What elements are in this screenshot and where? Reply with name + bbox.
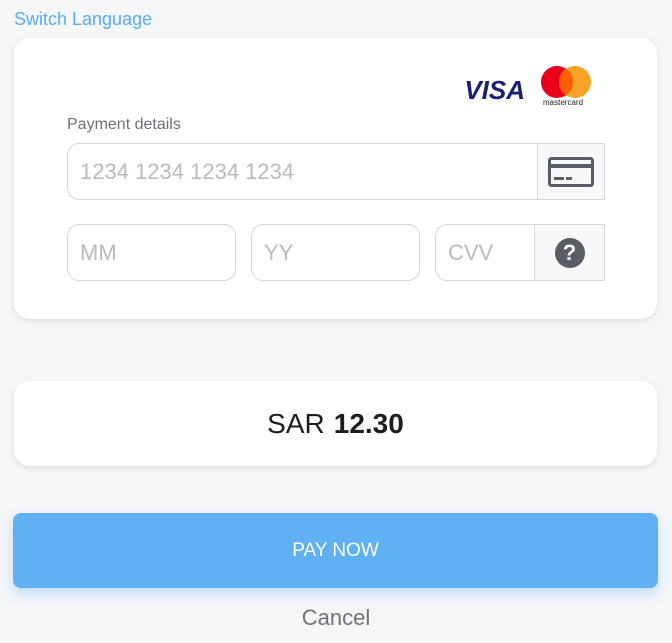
- card-brands: VISA mastercard: [464, 66, 593, 110]
- amount-display: SAR 12.30: [14, 381, 657, 466]
- mastercard-logo: mastercard: [541, 66, 593, 110]
- question-icon: ?: [554, 237, 585, 268]
- payment-details-label: Payment details: [67, 116, 181, 133]
- card-icon-box: [537, 143, 605, 200]
- currency-label: SAR: [267, 407, 325, 439]
- cvv-input[interactable]: [435, 224, 535, 281]
- credit-card-icon: [548, 156, 594, 187]
- expiry-month-input[interactable]: [67, 224, 236, 281]
- pay-now-button[interactable]: PAY NOW: [13, 513, 658, 588]
- payment-card: VISA mastercard Payment details ?: [14, 38, 657, 319]
- cvv-help-button[interactable]: ?: [534, 224, 605, 281]
- amount-value: 12.30: [333, 407, 404, 439]
- cancel-link[interactable]: Cancel: [0, 605, 672, 631]
- card-number-input[interactable]: [67, 143, 538, 200]
- switch-language-link[interactable]: Switch Language: [14, 9, 152, 30]
- visa-logo: VISA: [464, 74, 525, 105]
- expiry-year-input[interactable]: [251, 224, 420, 281]
